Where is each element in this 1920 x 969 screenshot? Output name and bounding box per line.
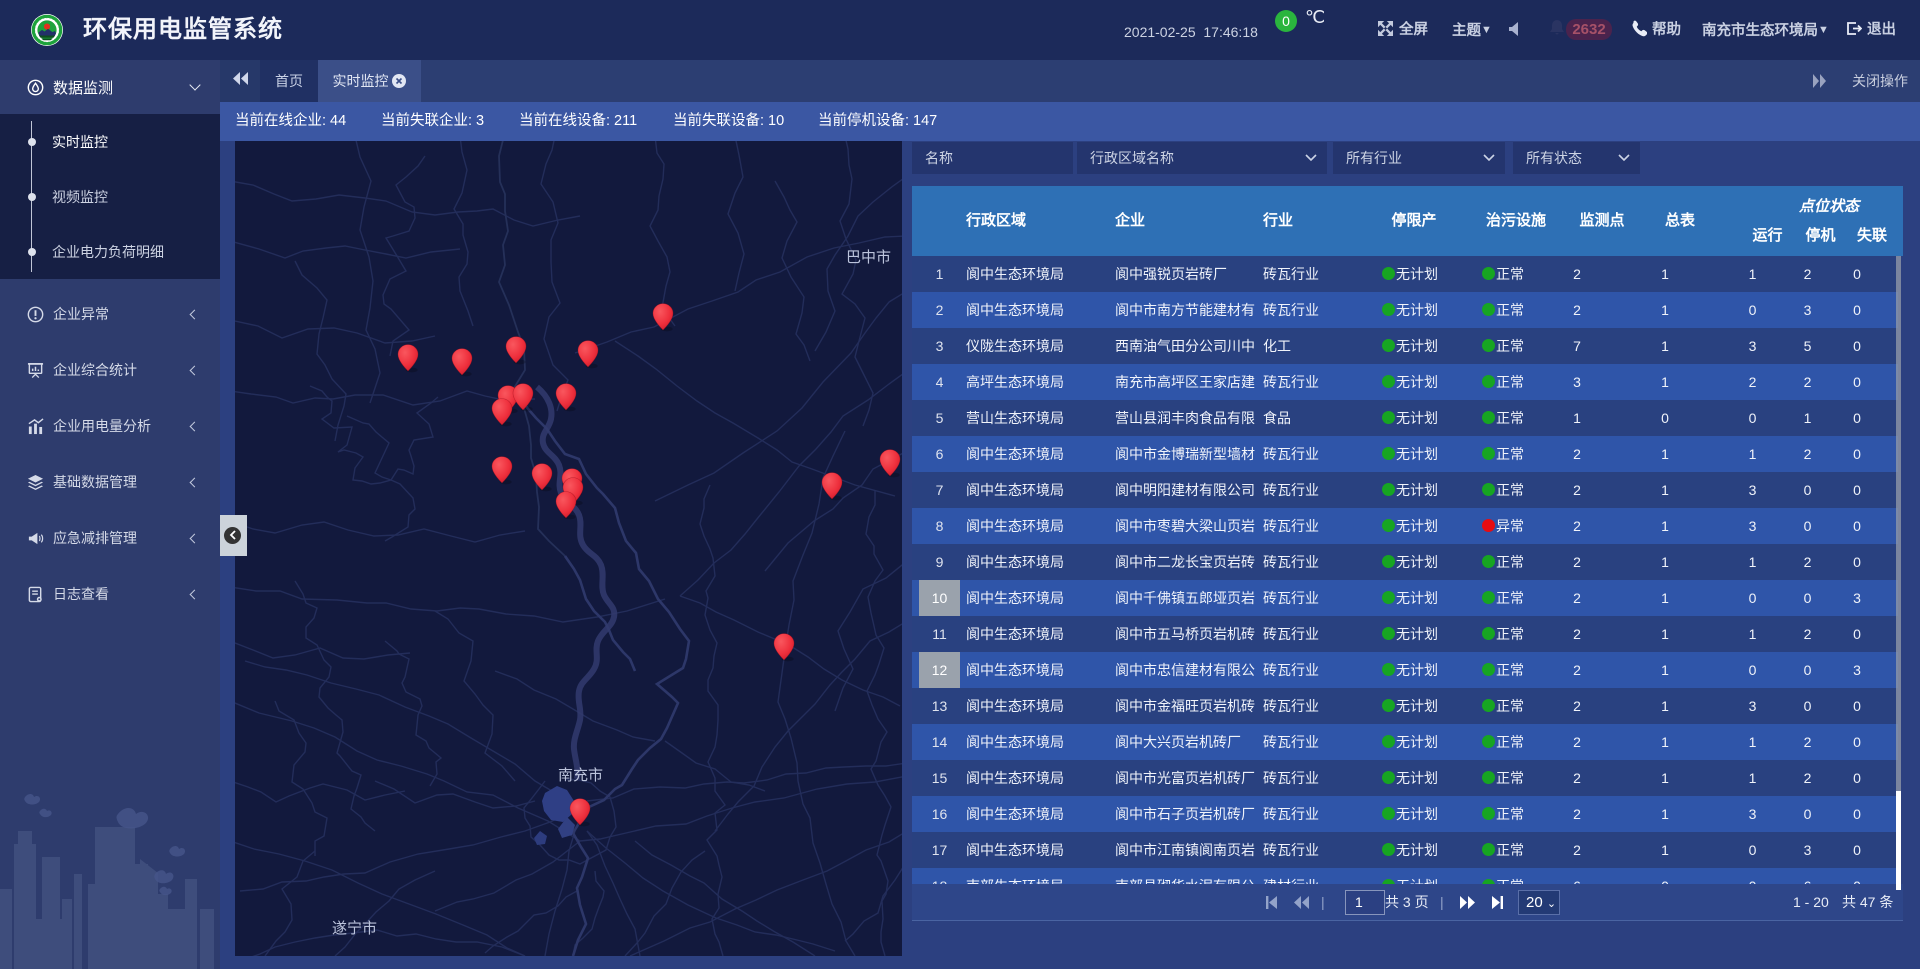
svg-text:巴中市: 巴中市 xyxy=(846,249,891,266)
svg-text:南充市: 南充市 xyxy=(558,767,603,784)
svg-text:遂宁市: 遂宁市 xyxy=(332,920,377,937)
